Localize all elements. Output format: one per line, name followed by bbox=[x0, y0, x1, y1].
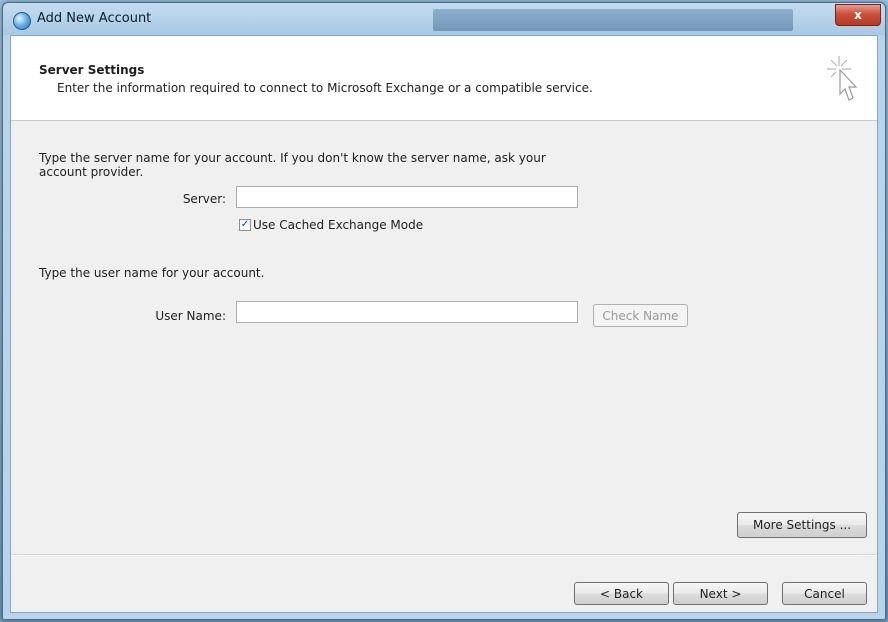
more-settings-button[interactable]: More Settings ... bbox=[737, 512, 867, 538]
cached-mode-label[interactable]: Use Cached Exchange Mode bbox=[253, 218, 423, 232]
user-instruction: Type the user name for your account. bbox=[39, 266, 265, 280]
cached-mode-checkbox[interactable]: ✓ bbox=[239, 219, 251, 231]
wizard-header: Server Settings Enter the information re… bbox=[11, 36, 877, 121]
server-label: Server: bbox=[182, 192, 226, 206]
username-label: User Name: bbox=[155, 309, 226, 323]
add-account-dialog: Add New Account x Server Settings Enter … bbox=[2, 2, 886, 620]
page-title: Server Settings bbox=[39, 63, 145, 77]
window-title: Add New Account bbox=[37, 11, 152, 26]
title-bar-glass bbox=[433, 9, 793, 31]
server-instruction-line2: account provider. bbox=[39, 165, 144, 179]
back-button[interactable]: < Back bbox=[574, 582, 669, 605]
server-input[interactable] bbox=[236, 186, 578, 208]
outlook-globe-icon bbox=[13, 12, 31, 30]
footer-divider bbox=[11, 554, 877, 556]
server-instruction-line1: Type the server name for your account. I… bbox=[39, 151, 546, 165]
page-subtitle: Enter the information required to connec… bbox=[57, 81, 593, 95]
close-button[interactable]: x bbox=[835, 4, 881, 26]
cancel-button[interactable]: Cancel bbox=[782, 582, 867, 605]
check-name-button[interactable]: Check Name bbox=[593, 304, 688, 327]
title-bar[interactable]: Add New Account x bbox=[3, 3, 885, 35]
cursor-sparkle-icon bbox=[827, 56, 858, 101]
username-input[interactable] bbox=[236, 301, 578, 323]
dialog-client-area: Server Settings Enter the information re… bbox=[10, 35, 878, 613]
next-button[interactable]: Next > bbox=[673, 582, 768, 605]
